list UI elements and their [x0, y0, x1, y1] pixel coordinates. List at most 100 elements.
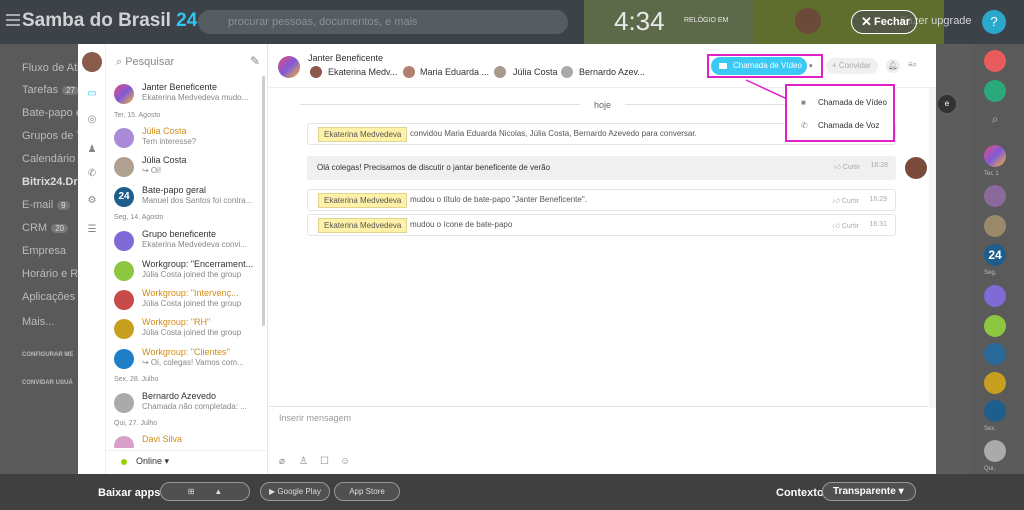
avatar: 24: [114, 187, 134, 207]
open-lines-icon[interactable]: ☰: [86, 224, 98, 236]
menu-item[interactable]: Horário e Re: [22, 268, 84, 280]
brand-logo[interactable]: Samba do Brasil 24: [22, 10, 197, 32]
new-chat-icon[interactable]: ✎: [250, 54, 260, 68]
right-background: [936, 44, 972, 510]
chat-title[interactable]: Janter Beneficente: [308, 53, 383, 63]
smile-icon[interactable]: ☺: [340, 456, 350, 467]
activity-icon[interactable]: [984, 80, 1006, 102]
list-item[interactable]: Grupo beneficente Ekaterina Medvedeva con…: [106, 229, 264, 257]
my-avatar[interactable]: [82, 52, 102, 72]
avatar[interactable]: [905, 157, 927, 179]
list-item[interactable]: 24 Bate-papo geral Manuel dos Santos foi c…: [106, 185, 264, 213]
menu-item[interactable]: Aplicações: [22, 291, 75, 303]
list-item[interactable]: Janter Beneficente Ekaterina Medvedeva mu…: [106, 82, 264, 110]
member-name[interactable]: Júlia Costa: [513, 67, 558, 77]
desktop-apps-button[interactable]: ⊞ ▲: [160, 482, 250, 501]
list-item[interactable]: Júlia Costa Tem interesse?: [106, 126, 264, 154]
menu-item[interactable]: Calendário: [22, 153, 75, 165]
notifications-icon[interactable]: ◎: [86, 114, 98, 126]
menu-item[interactable]: Fluxo de Ativ: [22, 62, 85, 74]
like-button[interactable]: 👍︎ Curtir: [833, 196, 859, 205]
search-history-icon[interactable]: ≡⌕: [908, 60, 917, 70]
chat-scrollbar[interactable]: [929, 88, 936, 408]
like-button[interactable]: 👍︎ Curtir: [834, 162, 860, 171]
member-name[interactable]: Bernardo Azev...: [579, 67, 645, 77]
list-item[interactable]: Júlia Costa ↪ Oi!: [106, 155, 264, 183]
author-chip[interactable]: Ekaterina Medvedeva: [318, 218, 408, 233]
avatar[interactable]: [561, 66, 573, 78]
member-name[interactable]: Ekaterina Medv...: [328, 67, 397, 77]
list-item[interactable]: Bernardo Azevedo Chamada não completada: …: [106, 391, 264, 419]
bell-icon[interactable]: 🔔︎: [886, 59, 900, 73]
list-item[interactable]: Workgroup: "RH" Júlia Costa joined the gr…: [106, 317, 264, 345]
attach-icon[interactable]: ⌀: [279, 456, 285, 467]
chat-avatar[interactable]: [984, 285, 1006, 307]
phone-icon[interactable]: ✆: [86, 168, 98, 180]
chat-avatar[interactable]: [984, 145, 1006, 167]
member-name[interactable]: Maria Eduarda ...: [420, 67, 489, 77]
group-avatar[interactable]: [278, 56, 300, 78]
date-label: Seg,: [984, 270, 997, 276]
chat-avatar[interactable]: [984, 215, 1006, 237]
chat-avatar[interactable]: [984, 440, 1006, 462]
menu-item[interactable]: Grupos de T: [22, 130, 83, 142]
menu-icon[interactable]: [6, 14, 20, 26]
avatar[interactable]: [403, 66, 415, 78]
app-store-button[interactable]: App Store: [334, 482, 400, 501]
clock-label[interactable]: RELÓGIO EM: [684, 17, 728, 24]
avatar: [114, 128, 134, 148]
list-item[interactable]: Workgroup: "Clientes" ↪ Oi, colegas! Vamo…: [106, 347, 264, 375]
avatar: [114, 319, 134, 339]
user-avatar[interactable]: [795, 8, 821, 34]
contacts-icon[interactable]: ♟: [86, 144, 98, 156]
user-icon[interactable]: ♙: [299, 456, 308, 467]
author-chip[interactable]: Ekaterina Medvedeva: [318, 127, 408, 142]
highlight-box: [707, 54, 823, 78]
menu-item[interactable]: Bate-papo e: [22, 107, 82, 119]
invite-users[interactable]: CONVIDAR USUÁ: [22, 380, 73, 386]
menu-item[interactable]: Tarefas 27: [22, 84, 79, 96]
chat-name: Janter Beneficente: [142, 82, 218, 92]
chat-name: Bate-papo geral: [142, 185, 207, 195]
search-icon[interactable]: ⌕: [984, 112, 1006, 134]
chat-preview: ↪ Oi, colegas! Vamos com...: [142, 358, 244, 367]
help-button[interactable]: ?: [982, 10, 1006, 34]
list-item[interactable]: Workgroup: "Encerrament... Júlia Costa jo…: [106, 259, 264, 287]
menu-item[interactable]: E-mail 9: [22, 199, 70, 211]
author-chip[interactable]: Ekaterina Medvedeva: [318, 193, 408, 208]
menu-item[interactable]: Mais...: [22, 316, 54, 328]
avatar[interactable]: [310, 66, 322, 78]
settings-icon[interactable]: ⚙: [86, 195, 98, 207]
status-selector[interactable]: Online ▾: [106, 450, 268, 472]
avatar[interactable]: [494, 66, 506, 78]
chats-icon[interactable]: ▭: [86, 88, 98, 100]
voice-call-option[interactable]: Chamada de Voz: [818, 121, 879, 130]
menu-item[interactable]: CRM 20: [22, 222, 68, 234]
list-item[interactable]: Workgroup: "Intervenç... Júlia Costa join…: [106, 288, 264, 316]
chat-avatar[interactable]: [984, 315, 1006, 337]
chat-avatar[interactable]: [984, 372, 1006, 394]
chat-avatar[interactable]: [984, 400, 1006, 422]
like-button[interactable]: 👍︎ Curtir: [833, 221, 859, 230]
chat-preview: Chamada não completada: ...: [142, 402, 247, 411]
global-search-input[interactable]: procurar pessoas, documentos, e mais: [198, 10, 568, 34]
message-input[interactable]: Inserir mensagem: [269, 406, 929, 450]
menu-item[interactable]: Empresa: [22, 245, 66, 257]
notifications-icon[interactable]: [984, 50, 1006, 72]
chat-search-input[interactable]: ⌕ Pesquisar: [116, 56, 174, 69]
google-play-button[interactable]: ▶ Google Play: [260, 482, 330, 501]
chat-avatar[interactable]: [984, 185, 1006, 207]
avatar: [114, 436, 134, 448]
format-icon[interactable]: ☐: [320, 456, 329, 467]
context-select[interactable]: Transparente ▾: [822, 482, 916, 501]
expand-button[interactable]: e: [938, 95, 956, 113]
invite-button[interactable]: + Convidar: [826, 58, 878, 74]
video-call-option[interactable]: Chamada de Vídeo: [818, 98, 887, 107]
chat-preview: Júlia Costa joined the group: [142, 299, 242, 308]
chat-avatar[interactable]: [984, 343, 1006, 365]
config-menu[interactable]: CONFIGURAR ME: [22, 352, 73, 358]
close-button[interactable]: ✕ Fechar: [851, 10, 917, 34]
date-label: Sex,: [984, 426, 997, 432]
chat-avatar[interactable]: 24: [984, 244, 1006, 266]
list-item[interactable]: Davi Silva: [106, 434, 264, 448]
